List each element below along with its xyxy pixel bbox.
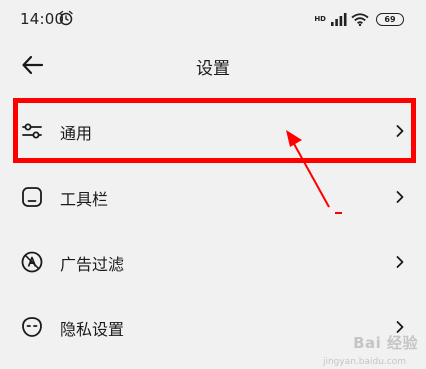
- privacy-mask-icon: [22, 317, 42, 337]
- chevron-right-icon: [396, 191, 404, 203]
- battery-level: 69: [384, 14, 396, 24]
- chevron-right-icon: [396, 256, 404, 268]
- network-type-label: HD: [314, 14, 326, 23]
- screen: 14:00 HD 69 设置 通用 工具栏 广告过滤 隐私设置 Bai 经验 j…: [0, 0, 426, 369]
- settings-item-label: 广告过滤: [60, 255, 125, 274]
- status-icons: HD 69: [314, 11, 404, 27]
- battery-icon: 69: [376, 12, 404, 26]
- watermark: Bai 经验: [353, 334, 418, 352]
- settings-item-label: 隐私设置: [60, 320, 125, 339]
- ad-block-icon: [21, 251, 43, 273]
- settings-item-toolbar[interactable]: 工具栏: [0, 167, 426, 227]
- wifi-icon: [351, 12, 369, 26]
- toolbar-icon: [22, 187, 42, 207]
- alarm-icon: [59, 10, 73, 26]
- status-bar: 14:00 HD 69: [0, 0, 426, 38]
- page-header: 设置: [0, 44, 426, 86]
- highlight-box: [13, 98, 416, 163]
- page-title: 设置: [196, 59, 230, 79]
- settings-item-label: 工具栏: [60, 190, 109, 209]
- watermark-url: jingyan.baidu.com: [322, 357, 406, 367]
- signal-icon: [331, 12, 347, 26]
- settings-item-ad-filter[interactable]: 广告过滤: [0, 232, 426, 292]
